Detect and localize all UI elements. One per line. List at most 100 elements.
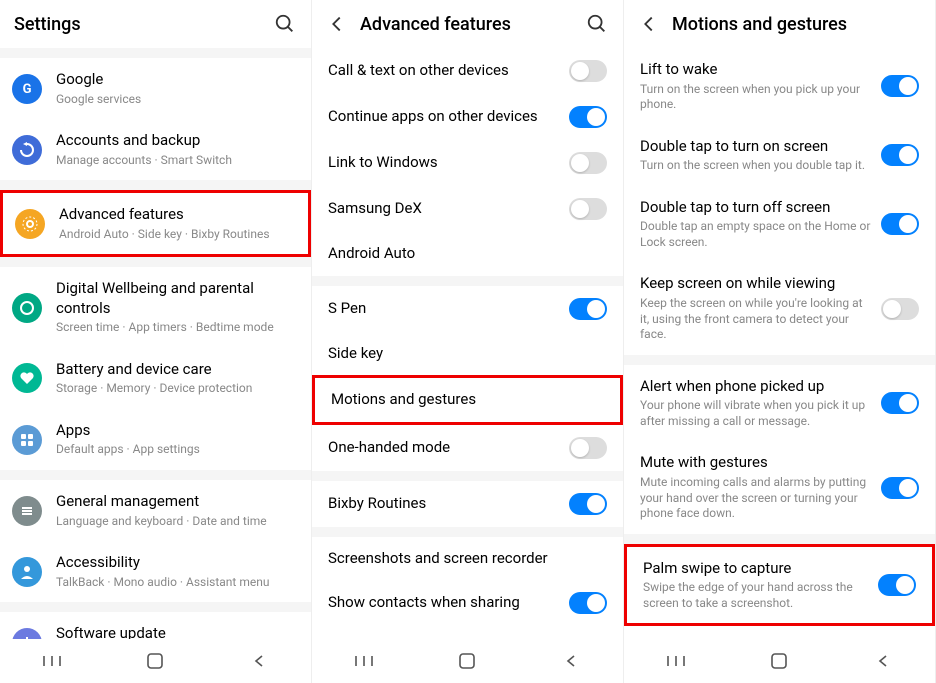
settings-item-digital-wellbeing-and-parental-controls[interactable]: Digital Wellbeing and parental controlsS… [0, 267, 311, 348]
toggle-alert-when-phone-picked-up[interactable] [881, 392, 919, 414]
back-icon[interactable] [326, 13, 350, 35]
toggle-continue-apps-on-other-devices[interactable] [569, 106, 607, 128]
settings-item-advanced-features[interactable]: Advanced featuresAndroid Auto · Side key… [0, 190, 311, 257]
settings-item-general-management[interactable]: General managementLanguage and keyboard … [0, 480, 311, 541]
item-title: Palm swipe to capture [643, 559, 868, 579]
settings-item-battery-and-device-care[interactable]: Battery and device careStorage · Memory … [0, 348, 311, 409]
navbar [0, 639, 311, 683]
back-icon[interactable] [638, 13, 662, 35]
item-title: Screenshots and screen recorder [328, 549, 607, 569]
toggle-mute-with-gestures[interactable] [881, 477, 919, 499]
settings-item-accessibility[interactable]: AccessibilityTalkBack · Mono audio · Ass… [0, 541, 311, 602]
recents-button[interactable] [656, 641, 696, 681]
settings-item-google[interactable]: GGoogleGoogle services [0, 58, 311, 119]
list-item-bixby-routines[interactable]: Bixby Routines [312, 481, 623, 527]
item-text: Digital Wellbeing and parental controlsS… [56, 279, 295, 336]
item-title: Link to Windows [328, 153, 559, 173]
search-icon[interactable] [585, 13, 609, 35]
item-title: Mute with gestures [640, 453, 871, 473]
navbar [312, 639, 623, 683]
item-text: Call & text on other devices [328, 61, 559, 81]
download-icon [12, 628, 42, 639]
toggle-lift-to-wake[interactable] [881, 75, 919, 97]
svg-text:G: G [23, 82, 32, 97]
list-item-link-to-windows[interactable]: Link to Windows [312, 140, 623, 186]
list-item-motions-and-gestures[interactable]: Motions and gestures [312, 375, 623, 425]
recents-button[interactable] [344, 641, 384, 681]
search-icon[interactable] [273, 13, 297, 35]
circle-icon [12, 293, 42, 323]
group-divider [312, 471, 623, 481]
item-text: Android Auto [328, 244, 607, 264]
item-subtitle: Turn on the screen when you double tap i… [640, 158, 871, 174]
list-item-mute-with-gestures[interactable]: Mute with gesturesMute incoming calls an… [624, 441, 935, 533]
item-subtitle: Double tap an empty space on the Home or… [640, 219, 871, 250]
header: Motions and gestures [624, 0, 935, 48]
list-item-lift-to-wake[interactable]: Lift to wakeTurn on the screen when you … [624, 48, 935, 125]
back-button[interactable] [551, 641, 591, 681]
item-text: Lift to wakeTurn on the screen when you … [640, 60, 871, 113]
item-title: Side key [328, 344, 607, 364]
list-item-continue-apps-on-other-devices[interactable]: Continue apps on other devices [312, 94, 623, 140]
item-text: Link to Windows [328, 153, 559, 173]
group-divider [0, 257, 311, 267]
item-title: Accessibility [56, 553, 295, 573]
item-title: Double tap to turn on screen [640, 137, 871, 157]
screen-motions-gestures: Motions and gestures Lift to wakeTurn on… [624, 0, 936, 683]
list-item-alert-when-phone-picked-up[interactable]: Alert when phone picked upYour phone wil… [624, 365, 935, 442]
list-item-keep-screen-on-while-viewing[interactable]: Keep screen on while viewingKeep the scr… [624, 262, 935, 354]
settings-item-apps[interactable]: AppsDefault apps · App settings [0, 409, 311, 470]
item-title: Accounts and backup [56, 131, 295, 151]
item-text: Keep screen on while viewingKeep the scr… [640, 274, 871, 342]
item-text: Software updateDownload and install [56, 624, 295, 639]
list-item-samsung-dex[interactable]: Samsung DeX [312, 186, 623, 232]
list-item-one-handed-mode[interactable]: One-handed mode [312, 425, 623, 471]
list-item-show-contacts-when-sharing[interactable]: Show contacts when sharing [312, 580, 623, 626]
list-item-palm-swipe-to-capture[interactable]: Palm swipe to captureSwipe the edge of y… [624, 544, 935, 627]
back-button[interactable] [239, 641, 279, 681]
item-title: Continue apps on other devices [328, 107, 559, 127]
grid-icon [12, 425, 42, 455]
list-item-screenshots-and-screen-recorder[interactable]: Screenshots and screen recorder [312, 537, 623, 581]
home-button[interactable] [135, 641, 175, 681]
list-item-s-pen[interactable]: S Pen [312, 286, 623, 332]
item-subtitle: Screen time · App timers · Bedtime mode [56, 320, 295, 336]
item-subtitle: Default apps · App settings [56, 442, 295, 458]
item-title: Bixby Routines [328, 494, 559, 514]
settings-item-accounts-and-backup[interactable]: Accounts and backupManage accounts · Sma… [0, 119, 311, 180]
list-item-android-auto[interactable]: Android Auto [312, 232, 623, 276]
item-title: Google [56, 70, 295, 90]
back-button[interactable] [863, 641, 903, 681]
toggle-samsung-dex[interactable] [569, 198, 607, 220]
item-title: S Pen [328, 299, 559, 319]
G-icon: G [12, 74, 42, 104]
item-title: Samsung DeX [328, 199, 559, 219]
item-text: S Pen [328, 299, 559, 319]
item-title: Motions and gestures [331, 390, 604, 410]
list-item-side-key[interactable]: Side key [312, 332, 623, 376]
item-title: Show contacts when sharing [328, 593, 559, 613]
sync-icon [12, 135, 42, 165]
settings-item-software-update[interactable]: Software updateDownload and install [0, 612, 311, 639]
toggle-link-to-windows[interactable] [569, 152, 607, 174]
toggle-double-tap-to-turn-off-screen[interactable] [881, 213, 919, 235]
page-title: Advanced features [360, 14, 585, 35]
toggle-palm-swipe-to-capture[interactable] [878, 574, 916, 596]
toggle-double-tap-to-turn-on-screen[interactable] [881, 144, 919, 166]
item-subtitle: Storage · Memory · Device protection [56, 381, 295, 397]
recents-button[interactable] [32, 641, 72, 681]
home-button[interactable] [759, 641, 799, 681]
toggle-show-contacts-when-sharing[interactable] [569, 592, 607, 614]
home-button[interactable] [447, 641, 487, 681]
gear-icon [15, 209, 45, 239]
toggle-call-text-on-other-devices[interactable] [569, 60, 607, 82]
toggle-one-handed-mode[interactable] [569, 437, 607, 459]
toggle-bixby-routines[interactable] [569, 493, 607, 515]
item-title: Apps [56, 421, 295, 441]
list-item-double-tap-to-turn-on-screen[interactable]: Double tap to turn on screenTurn on the … [624, 125, 935, 186]
list-item-call-text-on-other-devices[interactable]: Call & text on other devices [312, 48, 623, 94]
list-item-double-tap-to-turn-off-screen[interactable]: Double tap to turn off screenDouble tap … [624, 186, 935, 263]
item-text: Double tap to turn off screenDouble tap … [640, 198, 871, 251]
toggle-s-pen[interactable] [569, 298, 607, 320]
toggle-keep-screen-on-while-viewing[interactable] [881, 298, 919, 320]
